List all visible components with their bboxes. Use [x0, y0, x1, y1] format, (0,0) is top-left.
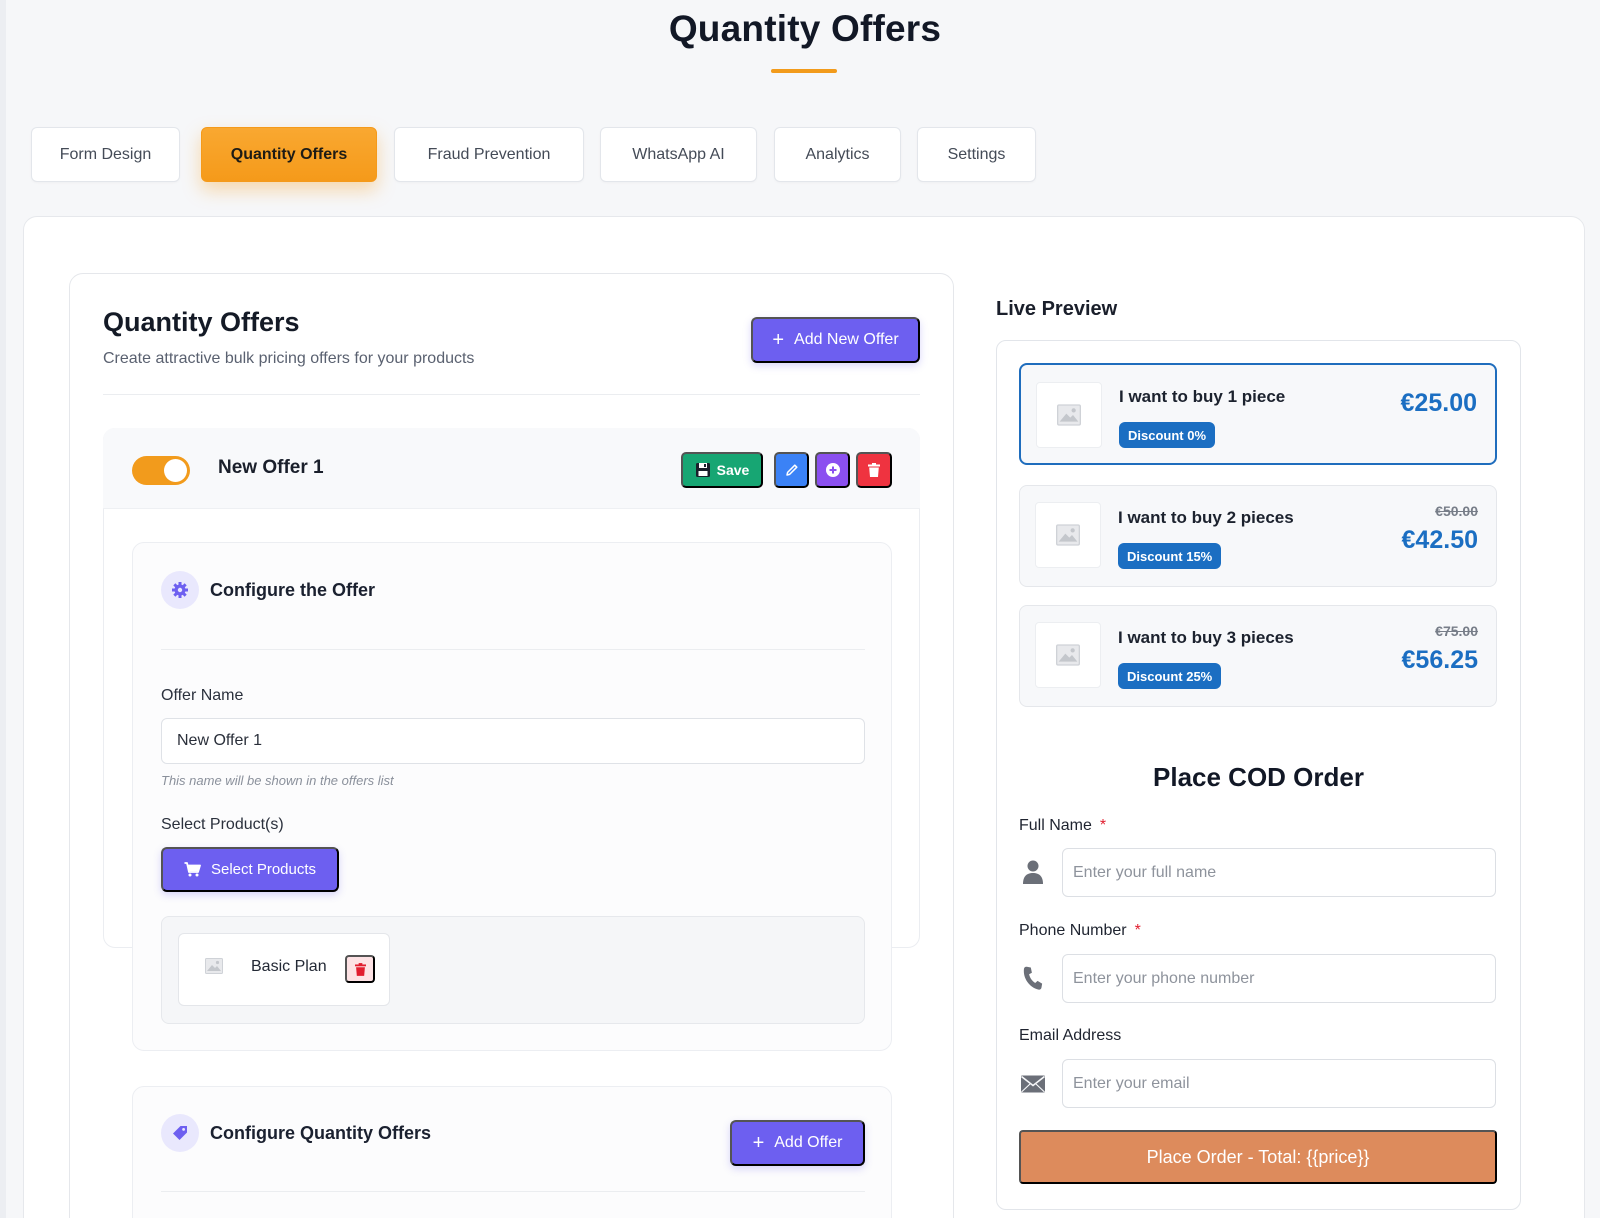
offer-price: €56.25	[1401, 646, 1478, 674]
add-new-offer-button[interactable]: + Add New Offer	[751, 317, 920, 363]
offer-text: I want to buy 3 pieces	[1118, 628, 1294, 647]
required-mark: *	[1134, 922, 1141, 939]
offer-thumbnail	[1035, 622, 1101, 688]
plus-circle-icon	[825, 463, 840, 477]
tab-analytics[interactable]: Analytics	[774, 127, 901, 182]
discount-badge: Discount 15%	[1118, 543, 1222, 569]
image-placeholder-icon	[1057, 404, 1081, 426]
tab-form-design[interactable]: Form Design	[31, 127, 180, 182]
remove-product-button[interactable]	[345, 955, 375, 983]
offer-price: €25.00	[1400, 389, 1477, 417]
add-offer-label: Add Offer	[774, 1134, 843, 1151]
product-name: Basic Plan	[251, 958, 327, 975]
tab-settings[interactable]: Settings	[917, 127, 1036, 182]
duplicate-offer-button[interactable]	[815, 452, 850, 488]
select-products-label-text: Select Products	[210, 861, 317, 878]
trash-icon	[354, 962, 366, 976]
email-input[interactable]: Enter your email	[1062, 1059, 1496, 1108]
edit-offer-button[interactable]	[774, 452, 809, 488]
add-offer-button[interactable]: + Add Offer	[730, 1120, 865, 1166]
save-label: Save	[716, 462, 750, 478]
user-icon	[1020, 859, 1046, 885]
phone-icon	[1020, 965, 1046, 991]
offer-enabled-toggle[interactable]	[132, 456, 190, 485]
offer-name-hint: This name will be shown in the offers li…	[161, 773, 394, 788]
pencil-icon	[785, 464, 798, 476]
live-preview-title: Live Preview	[996, 298, 1118, 320]
offers-panel-title: Quantity Offers	[103, 307, 300, 337]
tab-quantity-offers[interactable]: Quantity Offers	[201, 127, 377, 182]
offer-text: I want to buy 2 pieces	[1118, 508, 1294, 527]
select-products-label: Select Product(s)	[161, 816, 284, 833]
discount-badge: Discount 25%	[1118, 663, 1222, 689]
full-name-label-text: Full Name	[1019, 817, 1092, 834]
offer-name-label: Offer Name	[161, 687, 244, 704]
plus-icon: +	[772, 329, 785, 351]
cart-icon	[184, 862, 201, 877]
title-underline	[771, 69, 837, 73]
email-label: Email Address	[1019, 1027, 1122, 1044]
configure-offer-title: Configure the Offer	[210, 580, 375, 600]
select-products-button[interactable]: Select Products	[161, 847, 339, 892]
panel-divider	[103, 394, 920, 395]
save-button[interactable]: Save	[681, 452, 763, 488]
tag-icon	[173, 1126, 187, 1140]
configure-quantity-title: Configure Quantity Offers	[210, 1123, 432, 1143]
offer-thumbnail	[1035, 502, 1101, 568]
delete-offer-button[interactable]	[856, 452, 892, 488]
offer-price: €42.50	[1401, 526, 1478, 554]
offer-text: I want to buy 1 piece	[1119, 387, 1286, 406]
plus-icon: +	[752, 1132, 765, 1154]
offer-old-price: €75.00	[1435, 623, 1478, 639]
add-new-offer-label: Add New Offer	[794, 331, 899, 348]
envelope-icon	[1020, 1071, 1046, 1097]
trash-icon	[868, 463, 880, 477]
required-mark: *	[1099, 817, 1107, 834]
offer-name-input[interactable]: New Offer 1	[161, 718, 865, 764]
gear-icon	[172, 582, 188, 598]
phone-label: Phone Number *	[1019, 922, 1141, 940]
discount-badge: Discount 0%	[1119, 422, 1216, 448]
left-edge-strip	[0, 0, 6, 1218]
offers-panel-subtitle: Create attractive bulk pricing offers fo…	[103, 350, 475, 367]
cod-form-title: Place COD Order	[1153, 762, 1364, 792]
phone-label-text: Phone Number	[1019, 922, 1127, 939]
quantity-icon-badge	[161, 1114, 199, 1152]
tab-whatsapp-ai[interactable]: WhatsApp AI	[600, 127, 757, 182]
offer-old-price: €50.00	[1435, 503, 1478, 519]
full-name-label: Full Name *	[1019, 817, 1106, 835]
page-title: Quantity Offers	[668, 8, 942, 49]
floppy-disk-icon	[695, 463, 710, 477]
image-placeholder-icon	[1056, 644, 1080, 666]
full-name-input[interactable]: Enter your full name	[1062, 848, 1496, 897]
quantity-divider	[161, 1191, 865, 1192]
image-placeholder-icon	[205, 958, 223, 974]
configure-icon-badge	[161, 571, 199, 609]
image-placeholder-icon	[1056, 524, 1080, 546]
phone-input[interactable]: Enter your phone number	[1062, 954, 1496, 1003]
tab-fraud-prevention[interactable]: Fraud Prevention	[394, 127, 584, 182]
toggle-knob	[164, 459, 187, 482]
product-thumbnail	[205, 958, 223, 979]
offer-thumbnail	[1036, 382, 1102, 448]
offer-title: New Offer 1	[218, 457, 324, 478]
place-order-button[interactable]: Place Order - Total: {{price}}	[1019, 1130, 1497, 1184]
configure-divider	[161, 649, 865, 650]
